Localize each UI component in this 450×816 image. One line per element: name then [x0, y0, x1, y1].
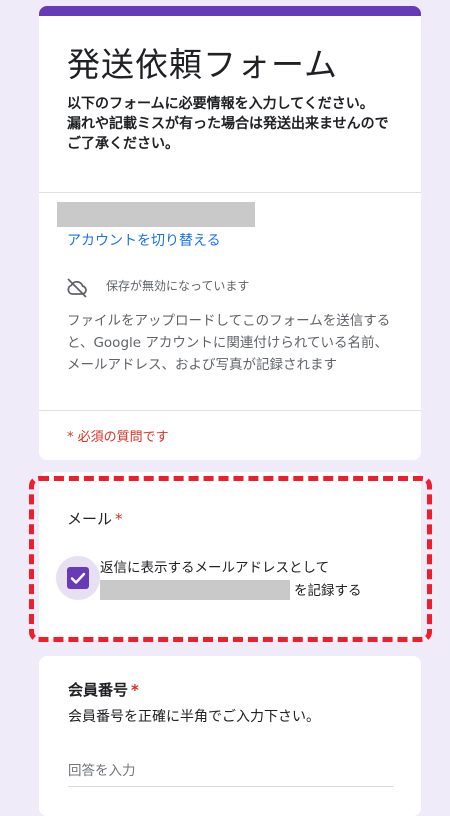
required-divider: [39, 410, 421, 411]
required-note: * 必須の質問です: [67, 430, 169, 445]
form-title: 発送依頼フォーム: [67, 45, 339, 84]
redacted-account-email: [57, 202, 255, 227]
member-number-input[interactable]: [68, 756, 394, 787]
member-question-label: 会員番号 *: [68, 679, 139, 700]
switch-account-link[interactable]: アカウントを切り替える: [67, 230, 221, 250]
member-label-text: 会員番号: [68, 681, 129, 699]
email-question-card: [39, 472, 421, 640]
check-icon: [70, 572, 86, 584]
email-question-label: メール *: [67, 508, 123, 529]
record-email-text: 返信に表示するメールアドレスとして: [100, 560, 330, 576]
saving-status-text: 保存が無効になっています: [106, 279, 250, 293]
upload-note: ファイルをアップロードしてこのフォームを送信すると、Google アカウントに関…: [67, 313, 391, 373]
record-email-checkbox[interactable]: [67, 567, 89, 589]
required-asterisk: *: [131, 681, 139, 699]
header-divider: [39, 192, 421, 193]
email-label-text: メール: [67, 510, 113, 528]
required-asterisk: *: [115, 510, 123, 528]
redacted-email-address: [100, 580, 290, 600]
record-email-suffix: を記録する: [294, 583, 362, 599]
form-description: 以下のフォームに必要情報を入力してください。 漏れや記載ミスが有った場合は発送出…: [67, 96, 389, 152]
cloud-off-icon: [67, 278, 87, 298]
member-question-help: 会員番号を正確に半角でご入力下さい。: [68, 709, 320, 725]
